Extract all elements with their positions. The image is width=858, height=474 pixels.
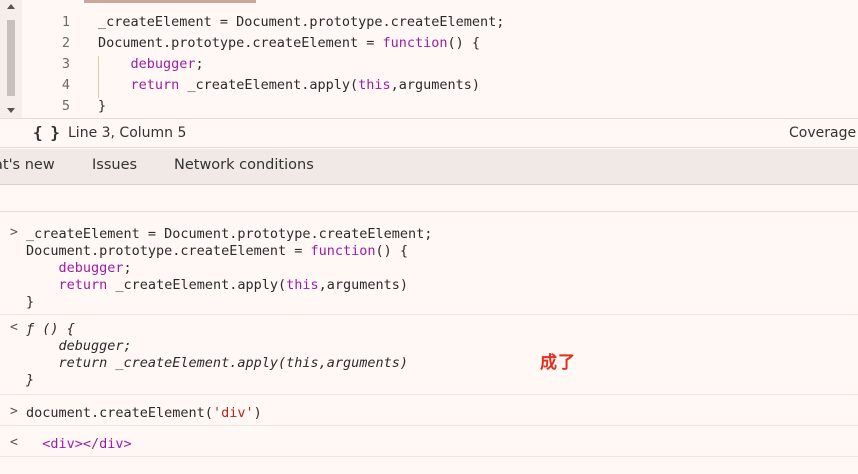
scroll-thumb[interactable]	[7, 20, 15, 96]
pretty-print-braces-icon[interactable]: { }	[33, 123, 60, 142]
line-number[interactable]: 4	[22, 75, 70, 96]
drawer-tab-bar: at's new Issues Network conditions	[0, 149, 858, 185]
line-code: return _createElement.apply(this,argumen…	[130, 77, 481, 93]
console-line: return _createElement.apply(this,argumen…	[26, 355, 409, 371]
input-prompt-icon: >	[10, 404, 18, 419]
tab-network-conditions[interactable]: Network conditions	[174, 157, 314, 173]
line-code: Document.prototype.createElement = funct…	[98, 35, 481, 51]
console-line: }	[26, 294, 35, 310]
line-code: debugger;	[130, 56, 204, 72]
console-line: }	[26, 372, 35, 388]
editor-scrollbar[interactable]	[0, 0, 22, 118]
line-number[interactable]: 1	[22, 12, 70, 33]
console-output-entry[interactable]: < <div></div>	[0, 426, 858, 457]
tab-whats-new[interactable]: at's new	[0, 157, 55, 173]
input-prompt-icon: >	[10, 225, 18, 240]
editor-line[interactable]: 3 debugger;	[22, 54, 858, 75]
console-line: _createElement = Document.prototype.crea…	[26, 226, 433, 242]
output-prompt-icon: <	[10, 320, 18, 335]
line-code: }	[98, 98, 107, 114]
line-number[interactable]: 2	[22, 33, 70, 54]
console-line: document.createElement('div')	[26, 405, 262, 421]
line-number[interactable]: 5	[22, 96, 70, 117]
console-line: debugger;	[26, 338, 132, 354]
console-line: debugger;	[58, 260, 132, 276]
scroll-down-icon[interactable]	[7, 108, 15, 113]
tab-issues[interactable]: Issues	[92, 157, 137, 173]
line-code: _createElement = Document.prototype.crea…	[98, 14, 505, 30]
output-prompt-icon: <	[10, 435, 18, 450]
coverage-label[interactable]: Coverage	[789, 125, 856, 141]
cursor-position: Line 3, Column 5	[68, 125, 187, 141]
console-line: return _createElement.apply(this,argumen…	[58, 277, 409, 293]
console-output-entry[interactable]: < ƒ () { debugger; return _createElement.…	[0, 315, 858, 395]
editor-line[interactable]: 4 return _createElement.apply(this,argum…	[22, 75, 858, 96]
console-line: Document.prototype.createElement = funct…	[26, 243, 409, 259]
editor-status-bar: { } Line 3, Column 5 Coverage	[0, 118, 858, 148]
console-toolbar	[0, 186, 858, 212]
console-line: <div></div>	[42, 436, 132, 452]
editor-line[interactable]: 2 Document.prototype.createElement = func…	[22, 33, 858, 54]
active-tab-indicator	[84, 0, 256, 3]
console-input-entry[interactable]: > _createElement = Document.prototype.cre…	[0, 213, 858, 315]
source-editor[interactable]: 1 _createElement = Document.prototype.cre…	[0, 0, 858, 118]
console-input-entry[interactable]: > document.createElement('div')	[0, 395, 858, 426]
line-number[interactable]: 3	[22, 54, 70, 75]
scroll-up-icon[interactable]	[7, 4, 15, 9]
console-log: > _createElement = Document.prototype.cre…	[0, 213, 858, 474]
editor-line[interactable]: 1 _createElement = Document.prototype.cre…	[22, 12, 858, 33]
editor-line[interactable]: 5}	[22, 96, 858, 117]
annotation-note: 成了	[540, 353, 576, 373]
console-line: ƒ () {	[26, 321, 75, 337]
